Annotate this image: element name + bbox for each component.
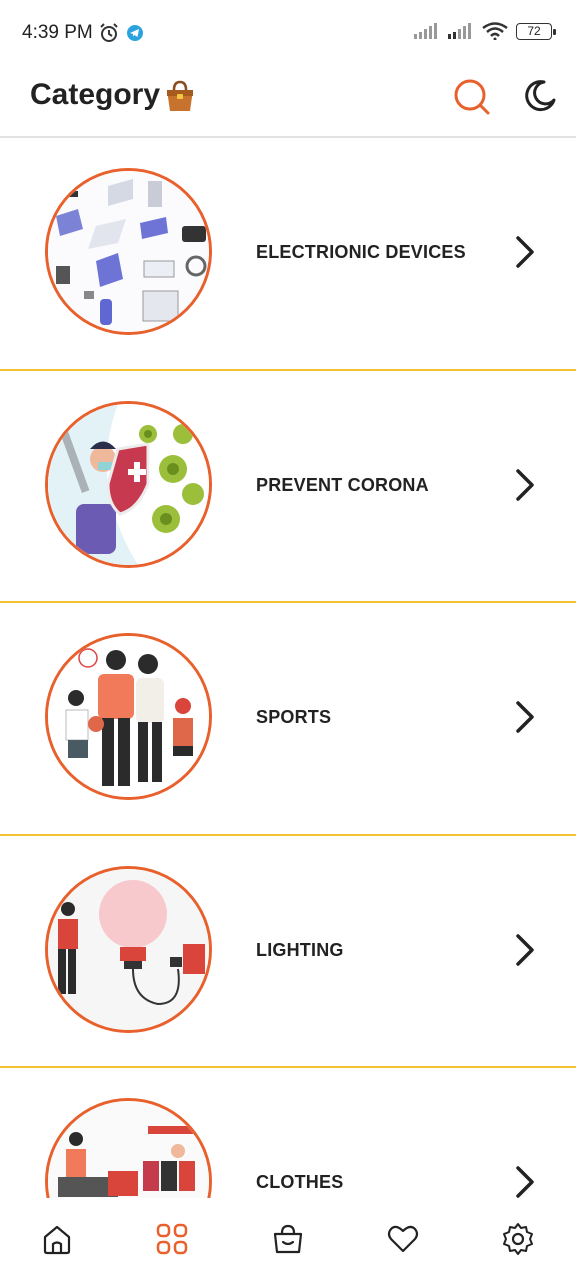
status-left-icons (98, 22, 144, 44)
heart-icon[interactable] (386, 1222, 420, 1256)
page-title: Category (30, 78, 161, 111)
bag-icon[interactable] (271, 1222, 305, 1256)
category-label: CLOTHES (256, 1172, 344, 1192)
chevron-right-icon[interactable] (510, 932, 540, 968)
category-list: ELECTRIONIC DEVICES PREVENT CORONA SPORT… (0, 138, 576, 1198)
chevron-right-icon[interactable] (510, 234, 540, 270)
search-icon[interactable] (452, 77, 492, 117)
category-item-clothes[interactable]: CLOTHES (0, 1068, 576, 1198)
category-label: ELECTRIONIC DEVICES (256, 242, 466, 262)
chevron-right-icon[interactable] (510, 699, 540, 735)
category-label: LIGHTING (256, 939, 344, 960)
category-item-prevent-corona[interactable]: PREVENT CORONA (0, 371, 576, 603)
sports-illustration (45, 633, 212, 800)
handbag-emoji-icon (167, 80, 193, 111)
category-item-lighting[interactable]: LIGHTING (0, 836, 576, 1068)
telegram-icon (127, 25, 143, 41)
category-item-sports[interactable]: SPORTS (0, 603, 576, 836)
settings-icon[interactable] (501, 1222, 535, 1256)
category-icon[interactable] (155, 1222, 189, 1256)
chevron-right-icon[interactable] (510, 1164, 540, 1198)
electronic-devices-illustration (45, 168, 212, 335)
clothes-illustration (45, 1098, 212, 1198)
battery-icon: 72 (516, 22, 556, 40)
signal-icon (414, 23, 437, 39)
status-bar: 4:39 PM 72 (0, 0, 576, 68)
status-right-icons: 72 (414, 22, 556, 40)
category-label: PREVENT CORONA (256, 474, 429, 495)
moon-icon[interactable] (522, 78, 558, 114)
home-icon[interactable] (40, 1222, 74, 1256)
prevent-corona-illustration (45, 400, 212, 568)
category-label: SPORTS (256, 707, 332, 727)
wifi-icon (482, 22, 508, 40)
signal-icon (448, 23, 471, 39)
status-time: 4:39 PM (22, 22, 93, 43)
lighting-illustration (45, 865, 212, 1033)
chevron-right-icon[interactable] (510, 467, 540, 503)
bottom-nav (0, 1198, 576, 1280)
alarm-icon (100, 23, 118, 42)
category-item-electronic-devices[interactable]: ELECTRIONIC DEVICES (0, 138, 576, 371)
app-header: Category (0, 68, 576, 138)
